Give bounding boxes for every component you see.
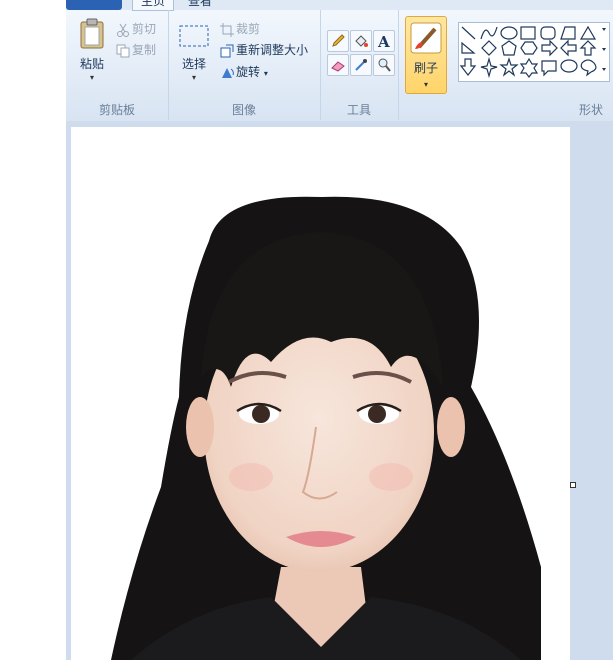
pentagon-shape-icon [501, 40, 517, 56]
select-label: 选择 [181, 57, 206, 71]
fill-tool[interactable] [350, 30, 372, 52]
select-button[interactable]: 选择 ▾ [176, 24, 212, 82]
down-arrow-shape-icon [459, 58, 477, 76]
left-iris [252, 405, 270, 423]
chevron-down-icon [602, 48, 606, 51]
color-picker-icon [355, 59, 367, 71]
cut-button[interactable]: 剪切 [116, 20, 156, 38]
tab-strip: 主页 查看 [66, 0, 613, 11]
clipboard-icon [80, 18, 104, 49]
text-tool[interactable]: A [373, 30, 395, 52]
chevron-down-icon [602, 68, 606, 71]
group-image-label: 图像 [231, 103, 256, 117]
tab-view[interactable]: 查看 [180, 0, 220, 10]
diamond-shape-icon [481, 40, 497, 56]
polygon-shape-icon [560, 26, 576, 40]
chevron-down-icon[interactable]: ▾ [264, 69, 268, 78]
six-point-star-shape-icon [519, 57, 539, 78]
resize-label: 重新调整大小 [236, 43, 309, 57]
left-arrow-shape-icon [560, 39, 577, 57]
line-shape-icon [461, 26, 476, 40]
chevron-down-icon[interactable]: ▾ [406, 81, 446, 89]
chevron-up-icon [602, 28, 606, 31]
tab-file[interactable] [66, 0, 122, 10]
rounded-callout-shape-icon [541, 60, 557, 77]
rotate-icon [222, 67, 234, 78]
tab-home-label: 主页 [141, 0, 166, 8]
color-picker-tool[interactable] [350, 54, 372, 76]
rectangle-shape-icon [520, 26, 536, 40]
copy-icon [116, 44, 130, 57]
cut-label: 剪切 [132, 22, 157, 36]
four-point-star-shape-icon [480, 56, 498, 79]
oval-callout-shape-icon [560, 59, 578, 73]
tab-view-label: 查看 [188, 0, 213, 8]
text-icon: A [377, 33, 390, 49]
portrait-photo [111, 196, 541, 660]
right-blush [369, 463, 413, 491]
chevron-down-icon[interactable]: ▾ [76, 74, 108, 82]
curve-shape-icon [480, 26, 498, 40]
magnifier-icon [378, 58, 391, 72]
outside-area [0, 0, 66, 660]
copy-button[interactable]: 复制 [116, 41, 156, 59]
paste-label: 粘贴 [79, 57, 104, 71]
brushes-label: 刷子 [413, 61, 438, 75]
crop-icon [220, 22, 234, 37]
resize-icon [220, 44, 234, 57]
ribbon: 主页 查看 粘贴 ▾ 剪切 复制 剪贴板 选择 ▾ 裁剪 重新调整大小 旋转 ▾… [66, 0, 613, 122]
svg-text:A: A [377, 33, 390, 49]
shapes-gallery [458, 22, 610, 82]
right-triangle-shape-icon [461, 41, 476, 54]
crop-label: 裁剪 [236, 22, 261, 36]
right-iris [368, 405, 386, 423]
group-tools-label: 工具 [346, 103, 371, 117]
copy-label: 复制 [132, 43, 157, 57]
group-image: 选择 ▾ 裁剪 重新调整大小 旋转 ▾ 图像 [168, 10, 321, 120]
paste-button[interactable]: 粘贴 ▾ [76, 18, 108, 82]
resize-button[interactable]: 重新调整大小 [220, 41, 308, 59]
left-blush [229, 463, 273, 491]
scissors-icon [117, 23, 129, 37]
triangle-shape-icon [579, 25, 597, 40]
chevron-down-icon[interactable]: ▾ [176, 74, 212, 82]
cloud-callout-shape-icon [580, 59, 597, 77]
left-ear [186, 397, 214, 457]
pencil-tool[interactable] [327, 30, 349, 52]
rotate-label: 旋转 [236, 65, 261, 79]
eraser-tool[interactable] [327, 54, 349, 76]
right-ear [437, 397, 465, 457]
pencil-icon [332, 34, 345, 47]
group-tools: A 工具 [320, 10, 399, 120]
canvas-area[interactable] [66, 121, 613, 660]
brushes-button[interactable]: 刷子 ▾ [405, 16, 447, 94]
brush-icon [410, 22, 442, 54]
group-shapes-label: 形状 [578, 103, 603, 117]
shapes-gallery-grid [459, 25, 606, 79]
canvas-resize-handle[interactable] [570, 482, 576, 488]
group-clipboard: 粘贴 ▾ 剪切 复制 剪贴板 [66, 10, 169, 120]
right-arrow-shape-icon [541, 39, 558, 57]
group-clipboard-label: 剪贴板 [98, 103, 135, 117]
up-arrow-shape-icon [579, 40, 597, 56]
eraser-icon [331, 61, 345, 72]
ribbon-body: 粘贴 ▾ 剪切 复制 剪贴板 选择 ▾ 裁剪 重新调整大小 旋转 ▾ 图像 A … [66, 10, 613, 121]
rounded-rectangle-shape-icon [540, 26, 556, 40]
crop-button[interactable]: 裁剪 [220, 20, 260, 38]
rotate-button[interactable]: 旋转 ▾ [220, 63, 268, 81]
five-point-star-shape-icon [499, 57, 519, 77]
fill-bucket-icon [355, 35, 368, 47]
drawing-canvas[interactable] [71, 127, 570, 660]
magnifier-tool[interactable] [373, 54, 395, 76]
hexagon-shape-icon [520, 41, 538, 55]
oval-shape-icon [500, 26, 518, 40]
select-rectangle-icon [179, 25, 209, 47]
